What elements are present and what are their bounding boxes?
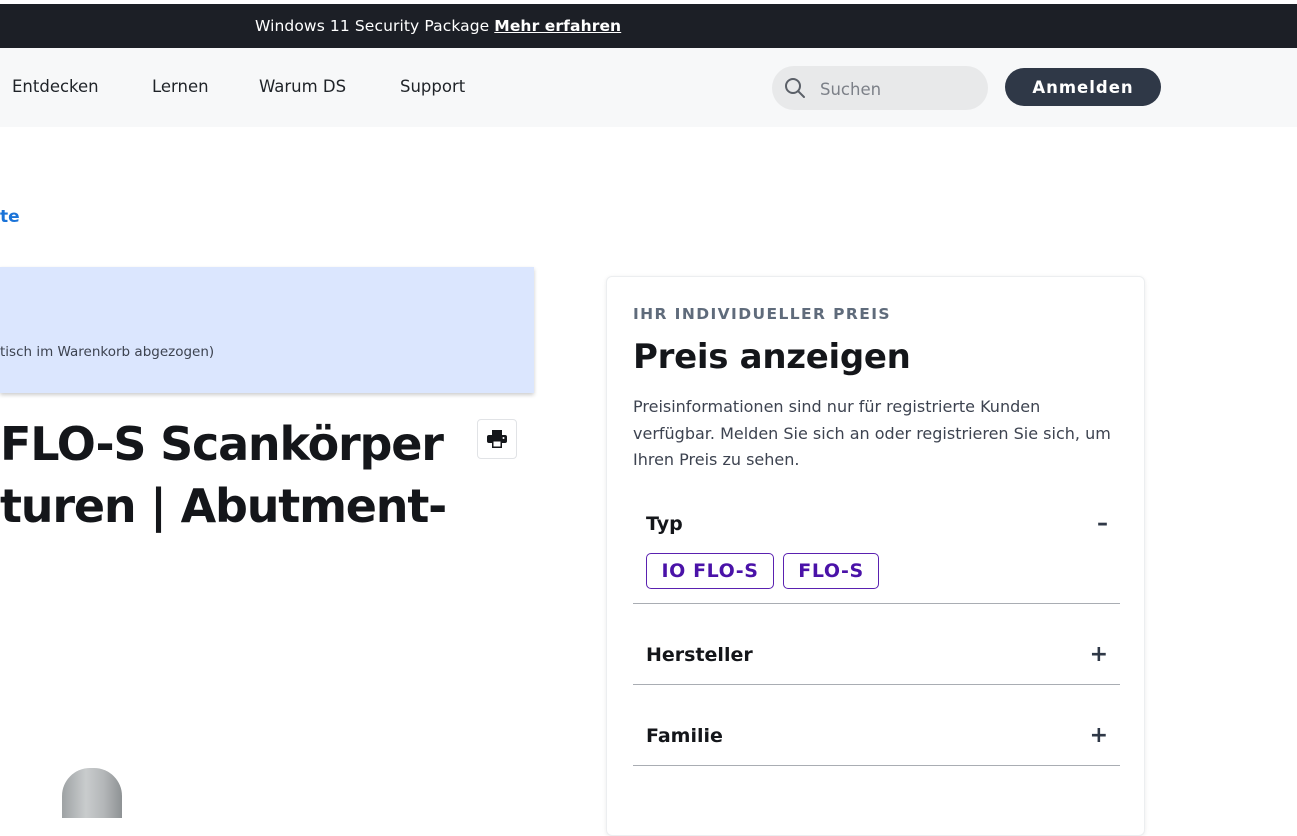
price-card: IHR INDIVIDUELLER PREIS Preis anzeigen P…	[606, 276, 1145, 836]
collapse-icon[interactable]: –	[1097, 511, 1108, 536]
expand-icon[interactable]: +	[1090, 642, 1108, 667]
accordion-typ-label: Typ	[646, 513, 683, 535]
type-option-io-flo-s[interactable]: IO FLO-S	[646, 553, 774, 589]
search-icon	[785, 78, 805, 98]
back-link[interactable]: te	[0, 207, 20, 227]
product-title-line-2: turen | Abutment-	[0, 479, 447, 533]
search-input[interactable]	[818, 76, 982, 102]
type-option-flo-s[interactable]: FLO-S	[783, 553, 879, 589]
print-icon	[487, 430, 507, 448]
accordion-divider	[633, 603, 1120, 604]
expand-icon[interactable]: +	[1090, 723, 1108, 748]
search-box[interactable]	[772, 66, 988, 110]
price-eyebrow: IHR INDIVIDUELLER PREIS	[633, 305, 891, 323]
product-title-line-1: FLO-S Scankörper	[0, 417, 444, 471]
announcement-banner: Windows 11 Security Package Mehr erfahren	[0, 4, 1297, 48]
navigation-extension	[1241, 48, 1297, 127]
accordion-familie-label: Familie	[646, 725, 723, 747]
nav-item-warum-ds[interactable]: Warum DS	[259, 77, 346, 96]
banner-message: Windows 11 Security Package Mehr erfahren	[255, 17, 621, 35]
accordion-divider	[633, 684, 1120, 685]
nav-item-lernen[interactable]: Lernen	[152, 77, 209, 96]
promo-text: tisch im Warenkorb abgezogen)	[0, 344, 215, 360]
banner-text: Windows 11 Security Package	[255, 17, 490, 35]
accordion-divider	[633, 765, 1120, 766]
accordion-typ[interactable]: Typ –	[646, 509, 1120, 541]
accordion-familie[interactable]: Familie +	[646, 721, 1120, 753]
nav-item-support[interactable]: Support	[400, 77, 465, 96]
learn-more-link[interactable]: Mehr erfahren	[494, 17, 621, 35]
login-button[interactable]: Anmelden	[1005, 68, 1161, 106]
accordion-hersteller[interactable]: Hersteller +	[646, 640, 1120, 672]
accordion-hersteller-label: Hersteller	[646, 644, 753, 666]
print-button[interactable]	[477, 419, 517, 459]
promo-info-box: tisch im Warenkorb abgezogen)	[0, 267, 534, 393]
nav-item-entdecken[interactable]: Entdecken	[12, 77, 99, 96]
product-title: FLO-S Scankörper turen | Abutment-	[0, 413, 470, 537]
price-description: Preisinformationen sind nur für registri…	[633, 397, 1111, 469]
price-title: Preis anzeigen	[633, 337, 911, 377]
